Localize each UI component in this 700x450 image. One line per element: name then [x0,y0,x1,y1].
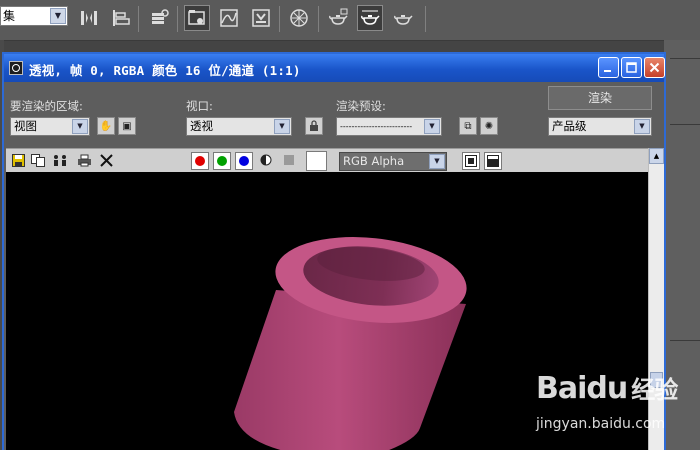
toolbar-separator [138,6,139,32]
watermark-url: jingyan.baidu.com [536,416,666,432]
minimize-button[interactable] [598,57,619,78]
alpha-channel-icon[interactable] [258,152,274,168]
mirror-icon[interactable] [76,5,102,31]
active-render-teapot-icon[interactable] [357,5,383,31]
monochrome-icon[interactable] [281,152,297,168]
title-bar[interactable]: 透视, 帧 0, RGBA 颜色 16 位/通道 (1:1) [4,54,665,82]
area-to-render-dropdown[interactable]: 视图 ▼ [10,117,90,136]
close-icon [649,62,660,73]
chevron-down-icon: ▼ [634,119,650,134]
people-icon[interactable] [52,152,68,168]
pan-hand-icon[interactable]: ✋ [97,117,115,135]
blue-channel-icon [239,156,249,166]
environment-effects-icon[interactable]: ✺ [480,117,498,135]
toggle-ui-overlay-icon[interactable] [462,152,480,170]
red-channel-icon [195,156,205,166]
main-toolbar: 集 ▼ [0,0,700,41]
render-quality-dropdown[interactable]: 产品级 ▼ [548,117,652,136]
toolbar-separator [318,6,319,32]
green-channel-icon [217,156,227,166]
render-setup-icon[interactable] [184,5,210,31]
lock-icon[interactable] [305,117,323,135]
area-to-render-label: 要渲染的区域: [10,99,83,113]
material-editor-icon[interactable] [286,5,312,31]
chevron-down-icon: ▼ [424,119,440,134]
scroll-up-icon[interactable]: ▲ [649,148,664,164]
blue-channel-toggle[interactable] [235,152,253,170]
curve-editor-icon[interactable] [216,5,242,31]
align-icon[interactable] [108,5,134,31]
region-select-icon[interactable]: ▣ [118,117,136,135]
selection-set-value: 集 [3,9,16,23]
layer-icon[interactable] [146,5,172,31]
render-frame-icon[interactable] [248,5,274,31]
close-button[interactable] [644,57,665,78]
clear-icon[interactable] [98,152,114,168]
chevron-down-icon: ▼ [429,154,445,169]
clone-frame-icon[interactable] [30,152,46,168]
toolbar-separator [177,6,178,32]
viewport-label: 视口: [186,99,213,113]
window-title: 透视, 帧 0, RGBA 颜色 16 位/通道 (1:1) [29,63,301,78]
toolbar-separator [279,6,280,32]
watermark-logo: Baidu 经验 [536,371,678,406]
app-icon [9,61,23,75]
chevron-down-icon: ▼ [274,119,290,134]
chevron-down-icon: ▼ [50,8,66,24]
maximize-icon [626,62,637,73]
render-quality-value: 产品级 [552,119,587,133]
red-channel-toggle[interactable] [191,152,209,170]
display-channel-value: RGB Alpha [343,154,405,168]
toolbar-separator [425,6,426,32]
print-icon[interactable] [76,152,92,168]
save-image-icon[interactable] [10,152,26,168]
render-preset-value: ------------------------- [340,122,413,131]
render-button[interactable]: 渲染 [548,86,652,110]
frame-buffer-toolbar: RGB Alpha ▼ [6,148,648,173]
quick-render-teapot-icon[interactable] [390,5,416,31]
minimize-icon [604,70,611,72]
render-setup-small-icon[interactable]: ⧉ [459,117,477,135]
render-preset-label: 渲染预设: [336,99,386,113]
area-to-render-value: 视图 [14,119,37,133]
chevron-down-icon: ▼ [72,119,88,134]
maximize-button[interactable] [621,57,642,78]
viewport-dropdown[interactable]: 透视 ▼ [186,117,292,136]
viewport-value: 透视 [190,119,213,133]
render-teapot-icon[interactable] [325,5,351,31]
toggle-ui-icon[interactable] [484,152,502,170]
selection-set-dropdown[interactable]: 集 ▼ [0,6,68,26]
render-preset-dropdown[interactable]: ------------------------- ▼ [336,117,442,136]
color-swatch[interactable] [306,151,327,171]
display-channel-dropdown[interactable]: RGB Alpha ▼ [339,152,447,171]
baidu-jingyan-watermark: Baidu 经验 jingyan.baidu.com [536,370,696,442]
green-channel-toggle[interactable] [213,152,231,170]
